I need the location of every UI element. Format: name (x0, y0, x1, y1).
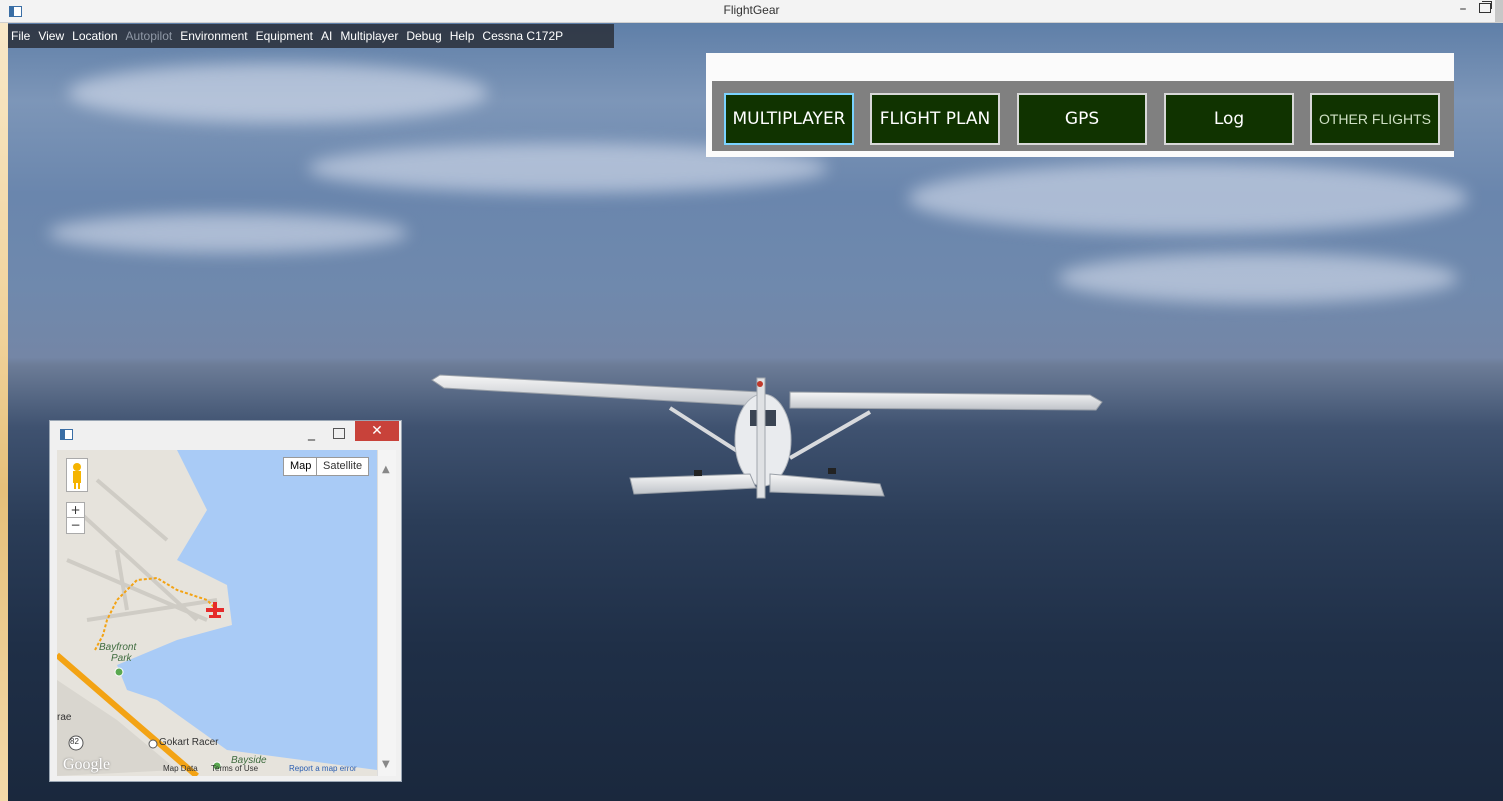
map-type-button[interactable]: Map (283, 457, 319, 476)
menu-equipment[interactable]: Equipment (252, 29, 317, 43)
menu-autopilot[interactable]: Autopilot (122, 29, 177, 43)
chevron-down-icon[interactable]: ▼ (382, 759, 390, 770)
close-button[interactable] (1495, 0, 1503, 22)
window-title: FlightGear (723, 3, 780, 17)
map-data-link[interactable]: Map Data (163, 764, 198, 773)
close-icon[interactable]: ✕ (355, 421, 399, 441)
multiplayer-button[interactable]: MULTIPLAYER (724, 93, 854, 145)
flight-plan-button[interactable]: FLIGHT PLAN (870, 93, 1000, 145)
background-strip (0, 23, 8, 801)
window-icon (60, 429, 73, 440)
menu-aircraft[interactable]: Cessna C172P (478, 29, 567, 43)
map-view[interactable]: + − Map Satellite Bayfront Park Gokart R… (57, 450, 377, 776)
map-canvas (57, 450, 377, 776)
menu-help[interactable]: Help (446, 29, 479, 43)
google-logo: Google (63, 756, 111, 773)
pegman-icon[interactable] (66, 458, 88, 492)
menu-debug[interactable]: Debug (402, 29, 445, 43)
other-flights-button[interactable]: OTHER FLIGHTS (1310, 93, 1440, 145)
gokart-label: Gokart Racer (159, 737, 219, 748)
mpmap-panel: MULTIPLAYER FLIGHT PLAN GPS Log OTHER FL… (706, 53, 1454, 157)
window-titlebar: FlightGear – (0, 0, 1503, 23)
route-82-label: 82 (70, 737, 79, 746)
maximize-icon[interactable] (333, 428, 345, 439)
menu-location[interactable]: Location (68, 29, 121, 43)
map-window: _ ✕ + − Map Satellite Bayfront Park Goka… (49, 420, 402, 782)
report-error-link[interactable]: Report a map error (289, 764, 357, 773)
menu-file[interactable]: File (8, 29, 34, 43)
menu-environment[interactable]: Environment (176, 29, 251, 43)
park-label: Park (111, 653, 132, 664)
cloud (68, 63, 488, 123)
map-scrollbar[interactable]: ▲ ▼ (377, 450, 396, 776)
log-button[interactable]: Log (1164, 93, 1294, 145)
minimize-icon[interactable]: – (1455, 2, 1471, 17)
cloud (908, 163, 1468, 233)
menu-bar: File View Location Autopilot Environment… (8, 24, 614, 48)
gps-button[interactable]: GPS (1017, 93, 1147, 145)
menu-ai[interactable]: AI (317, 29, 336, 43)
left-wing (431, 374, 761, 407)
cloud (1058, 253, 1458, 303)
bayfront-label: Bayfront (99, 642, 137, 653)
right-stabilizer (769, 473, 885, 497)
menu-view[interactable]: View (34, 29, 68, 43)
terms-link[interactable]: Terms of Use (211, 764, 258, 773)
aircraft-model (431, 374, 1103, 499)
minimize-icon[interactable]: _ (308, 425, 315, 441)
maximize-icon[interactable] (1479, 1, 1492, 13)
left-stabilizer (629, 473, 757, 495)
right-wing (789, 391, 1103, 411)
chevron-up-icon[interactable]: ▲ (382, 464, 390, 475)
cloud (48, 213, 408, 253)
street-label: rae (57, 712, 72, 723)
menu-multiplayer[interactable]: Multiplayer (336, 29, 402, 43)
zoom-out-button[interactable]: − (66, 517, 85, 534)
satellite-type-button[interactable]: Satellite (316, 457, 370, 476)
